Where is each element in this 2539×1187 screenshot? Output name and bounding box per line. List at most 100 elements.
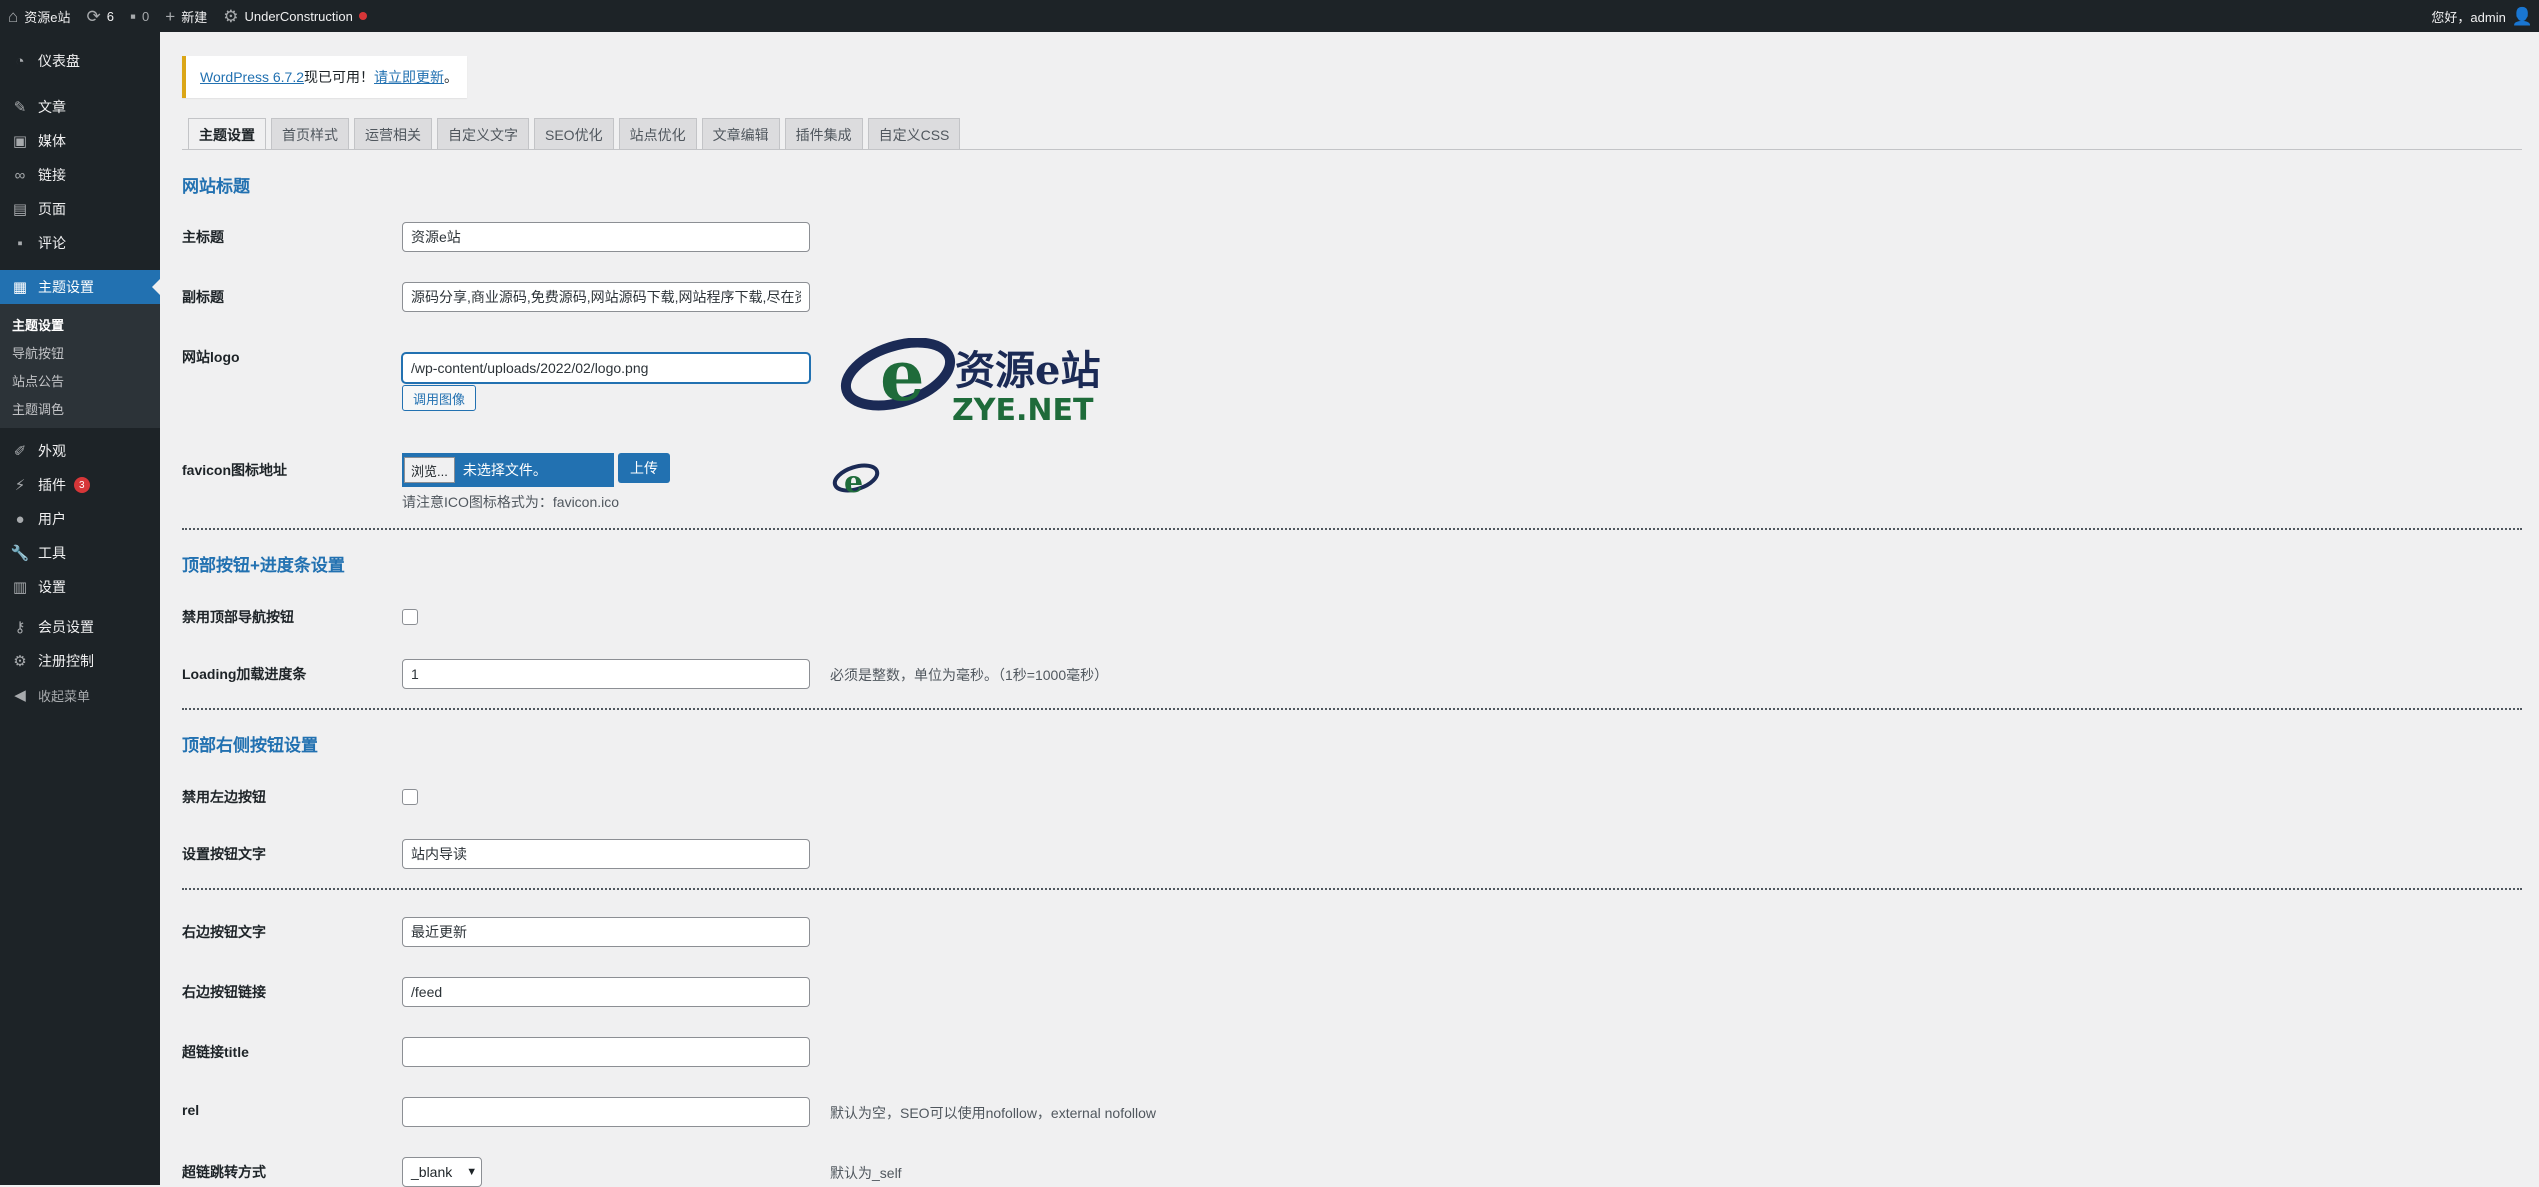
gear-icon: ⚙ <box>13 653 27 670</box>
subtitle-label: 副标题 <box>182 289 224 305</box>
rel-label: rel <box>182 1102 200 1118</box>
favicon-preview-image: e <box>832 463 880 498</box>
sidebar-item-dashboard[interactable]: ◔ 仪表盘 <box>0 44 160 78</box>
section-title-top-right: 顶部右侧按钮设置 <box>182 736 318 755</box>
theme-settings-submenu: 主题设置 导航按钮 站点公告 主题调色 <box>0 304 160 428</box>
update-now-link[interactable]: 请立即更新 <box>374 67 444 87</box>
link-icon: ∞ <box>14 166 26 184</box>
tab-seo[interactable]: SEO优化 <box>534 118 614 150</box>
plugin-icon: ⚡ <box>14 477 26 494</box>
site-name-link[interactable]: ⌂ 资源e站 <box>0 0 79 32</box>
sidebar-item-media[interactable]: ▣ 媒体 <box>0 124 160 158</box>
submenu-nav-buttons[interactable]: 导航按钮 <box>0 338 160 366</box>
loading-description: 必须是整数，单位为毫秒。（1秒=1000毫秒） <box>830 667 1109 683</box>
disable-left-button-label: 禁用左边按钮 <box>182 789 266 805</box>
sidebar-item-tools[interactable]: 🔧 工具 <box>0 536 160 570</box>
dashboard-icon: ◔ <box>15 52 25 70</box>
set-button-text-input[interactable] <box>402 839 810 869</box>
no-file-text: 未选择文件。 <box>462 462 547 478</box>
brush-icon: ✐ <box>13 443 27 460</box>
sidebar-item-posts[interactable]: ✎ 文章 <box>0 90 160 124</box>
choose-image-button[interactable]: 调用图像 <box>402 385 477 411</box>
section-title-top-buttons: 顶部按钮+进度条设置 <box>182 556 345 575</box>
theme-status-link[interactable]: ⚙ UnderConstruction <box>215 0 375 32</box>
svg-text:e: e <box>844 465 863 498</box>
key-icon: ⚷ <box>14 619 26 636</box>
tab-post-editing[interactable]: 文章编辑 <box>701 118 780 150</box>
update-notice: WordPress 6.7.2 现已可用！ 请立即更新 。 <box>182 56 467 98</box>
submenu-site-notice[interactable]: 站点公告 <box>0 366 160 394</box>
user-icon: ● <box>15 510 25 528</box>
comment-icon: ▪ <box>17 234 23 252</box>
admin-bar: ⌂ 资源e站 ⟳ 6 ▪ 0 + 新建 ⚙ UnderConstruction … <box>0 0 2539 32</box>
favicon-hint: 请注意ICO图标格式为：favicon.ico <box>402 494 620 510</box>
sidebar-item-pages[interactable]: ▤ 页面 <box>0 192 160 226</box>
tab-site-optimization[interactable]: 站点优化 <box>618 118 697 150</box>
file-input[interactable]: 浏览... 未选择文件。 <box>402 453 614 487</box>
pin-icon: ✎ <box>13 99 27 116</box>
link-title-input[interactable] <box>402 1037 810 1067</box>
target-label: 超链跳转方式 <box>182 1164 266 1180</box>
admin-sidebar: ◔ 仪表盘 ✎ 文章 ▣ 媒体 ∞ 链接 ▤ 页面 ▪ 评论 ▦ 主题设置 主题设置 导航按钮… <box>0 32 160 1185</box>
sidebar-item-links[interactable]: ∞ 链接 <box>0 158 160 192</box>
updates-link[interactable]: ⟳ 6 <box>79 0 122 32</box>
section-separator <box>182 888 2522 890</box>
section-separator <box>182 708 2522 710</box>
disable-top-nav-checkbox[interactable] <box>402 609 418 625</box>
sidebar-item-plugins[interactable]: ⚡ 插件 3 <box>0 468 160 502</box>
section-title-site: 网站标题 <box>182 177 250 196</box>
comment-icon: ▪ <box>130 6 137 26</box>
sidebar-item-settings[interactable]: ▥ 设置 <box>0 570 160 604</box>
loading-label: Loading加载进度条 <box>182 666 307 682</box>
main-title-input[interactable] <box>402 222 810 252</box>
main-title-label: 主标题 <box>182 229 224 245</box>
target-select[interactable]: _blank ▼ <box>402 1157 482 1187</box>
tab-theme-settings[interactable]: 主题设置 <box>188 118 266 150</box>
sidebar-item-theme-settings[interactable]: ▦ 主题设置 <box>0 270 160 304</box>
logo-e-mark: e <box>880 338 925 417</box>
sidebar-item-register-control[interactable]: ⚙ 注册控制 <box>0 644 160 678</box>
right-button-text-label: 右边按钮文字 <box>182 924 266 940</box>
right-button-link-input[interactable] <box>402 977 810 1007</box>
new-content-link[interactable]: + 新建 <box>157 0 215 32</box>
sidebar-item-users[interactable]: ● 用户 <box>0 502 160 536</box>
status-dot-icon <box>358 12 367 20</box>
sidebar-item-appearance[interactable]: ✐ 外观 <box>0 434 160 468</box>
right-button-link-label: 右边按钮链接 <box>182 984 266 1000</box>
comments-link[interactable]: ▪ 0 <box>122 0 157 32</box>
tab-homepage-style[interactable]: 首页样式 <box>271 118 349 150</box>
account-menu[interactable]: 您好，admin 👤 <box>2423 0 2539 32</box>
tab-plugin-integration[interactable]: 插件集成 <box>784 118 863 150</box>
wordpress-version-link[interactable]: WordPress 6.7.2 <box>200 69 304 85</box>
settings-tabs: 主题设置 首页样式 运营相关 自定义文字 SEO优化 站点优化 文章编辑 插件集… <box>188 118 961 150</box>
theme-settings-icon: ▦ <box>12 279 28 296</box>
submenu-theme-colors[interactable]: 主题调色 <box>0 394 160 422</box>
section-separator <box>182 528 2522 530</box>
favicon-label: favicon图标地址 <box>182 462 288 478</box>
browse-button[interactable]: 浏览... <box>404 457 455 483</box>
subtitle-input[interactable] <box>402 282 810 312</box>
site-logo-image: e 资源e站 ZYE.NET <box>840 338 1100 424</box>
link-title-label: 超链接title <box>182 1044 249 1060</box>
submenu-theme-settings[interactable]: 主题设置 <box>0 310 160 338</box>
sidebar-item-comments[interactable]: ▪ 评论 <box>0 226 160 260</box>
logo-url-input[interactable] <box>402 353 810 383</box>
upload-button[interactable]: 上传 <box>618 453 670 483</box>
sidebar-item-member-settings[interactable]: ⚷ 会员设置 <box>0 610 160 644</box>
tab-custom-css[interactable]: 自定义CSS <box>867 118 961 150</box>
tab-operations[interactable]: 运营相关 <box>354 118 432 150</box>
rel-description: 默认为空，SEO可以使用nofollow，external nofollow <box>830 1105 1156 1121</box>
tab-custom-text[interactable]: 自定义文字 <box>437 118 529 150</box>
disable-top-nav-label: 禁用顶部导航按钮 <box>182 609 294 625</box>
disable-left-button-checkbox[interactable] <box>402 789 418 805</box>
rel-input[interactable] <box>402 1097 810 1127</box>
plugins-update-badge: 3 <box>74 477 90 493</box>
logo-label: 网站logo <box>182 349 240 365</box>
sidebar-collapse-menu[interactable]: ◀ 收起菜单 <box>0 678 160 712</box>
set-button-text-label: 设置按钮文字 <box>182 846 266 862</box>
collapse-icon: ◀ <box>14 687 26 704</box>
loading-input[interactable] <box>402 659 810 689</box>
logo-text-en: ZYE.NET <box>952 393 1094 424</box>
right-button-text-input[interactable] <box>402 917 810 947</box>
updates-icon: ⟳ <box>86 6 101 26</box>
